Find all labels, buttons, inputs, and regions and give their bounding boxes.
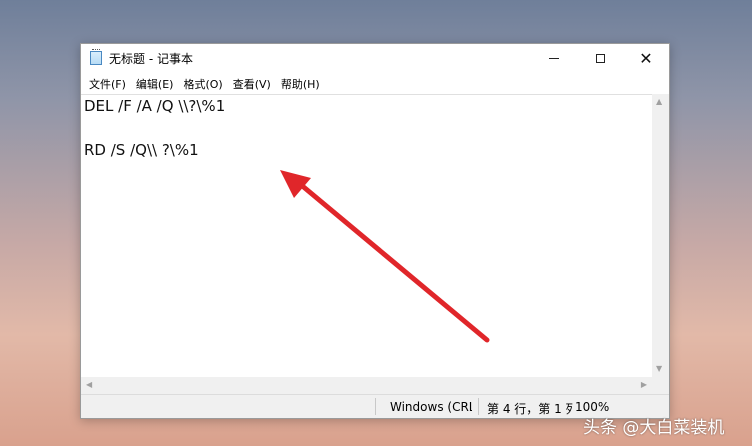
- menu-format[interactable]: 格式(O): [179, 76, 228, 92]
- menu-view[interactable]: 查看(V): [229, 76, 277, 92]
- scroll-up-icon[interactable]: ▲: [656, 98, 662, 106]
- status-divider: [375, 398, 376, 415]
- status-encoding: Windows (CRLF): [390, 400, 472, 414]
- menu-help[interactable]: 帮助(H): [277, 76, 326, 92]
- window-title: 无标题 - 记事本: [109, 52, 193, 66]
- text-editor[interactable]: DEL /F /A /Q \\?\%1 RD /S /Q\\ ?\%1: [81, 94, 652, 377]
- status-zoom: 100%: [575, 400, 610, 414]
- vertical-scrollbar[interactable]: ▲ ▼: [652, 94, 669, 377]
- status-cursor-position: 第 4 行，第 1 列: [487, 402, 573, 416]
- close-button[interactable]: ✕: [623, 44, 669, 73]
- menu-file[interactable]: 文件(F): [85, 76, 132, 92]
- watermark-text: 头条 @大白菜装机: [583, 418, 725, 438]
- scroll-left-icon[interactable]: ◀: [86, 381, 92, 389]
- editor-line-1: DEL /F /A /Q \\?\%1: [84, 97, 226, 115]
- status-divider: [478, 398, 479, 415]
- minimize-icon: [549, 58, 559, 59]
- close-icon: ✕: [639, 48, 653, 68]
- title-bar[interactable]: 无标题 - 记事本 ✕: [81, 44, 669, 73]
- editor-line-2: RD /S /Q\\ ?\%1: [84, 141, 199, 159]
- scroll-down-icon[interactable]: ▼: [656, 365, 662, 373]
- scroll-right-icon[interactable]: ▶: [641, 381, 647, 389]
- menu-bar: 文件(F) 编辑(E) 格式(O) 查看(V) 帮助(H): [81, 73, 669, 94]
- minimize-button[interactable]: [531, 44, 577, 73]
- scrollbar-corner: [652, 377, 669, 394]
- status-bar: Windows (CRLF) 第 4 行，第 1 列 100%: [81, 394, 669, 418]
- maximize-icon: [595, 54, 605, 63]
- notepad-icon: [90, 49, 102, 65]
- notepad-window: 无标题 - 记事本 ✕ 文件(F) 编辑(E) 格式(O) 查看(V) 帮助(H…: [80, 43, 670, 419]
- menu-edit[interactable]: 编辑(E): [132, 76, 180, 92]
- horizontal-scrollbar[interactable]: ◀ ▶: [81, 377, 652, 394]
- maximize-button[interactable]: [577, 44, 623, 73]
